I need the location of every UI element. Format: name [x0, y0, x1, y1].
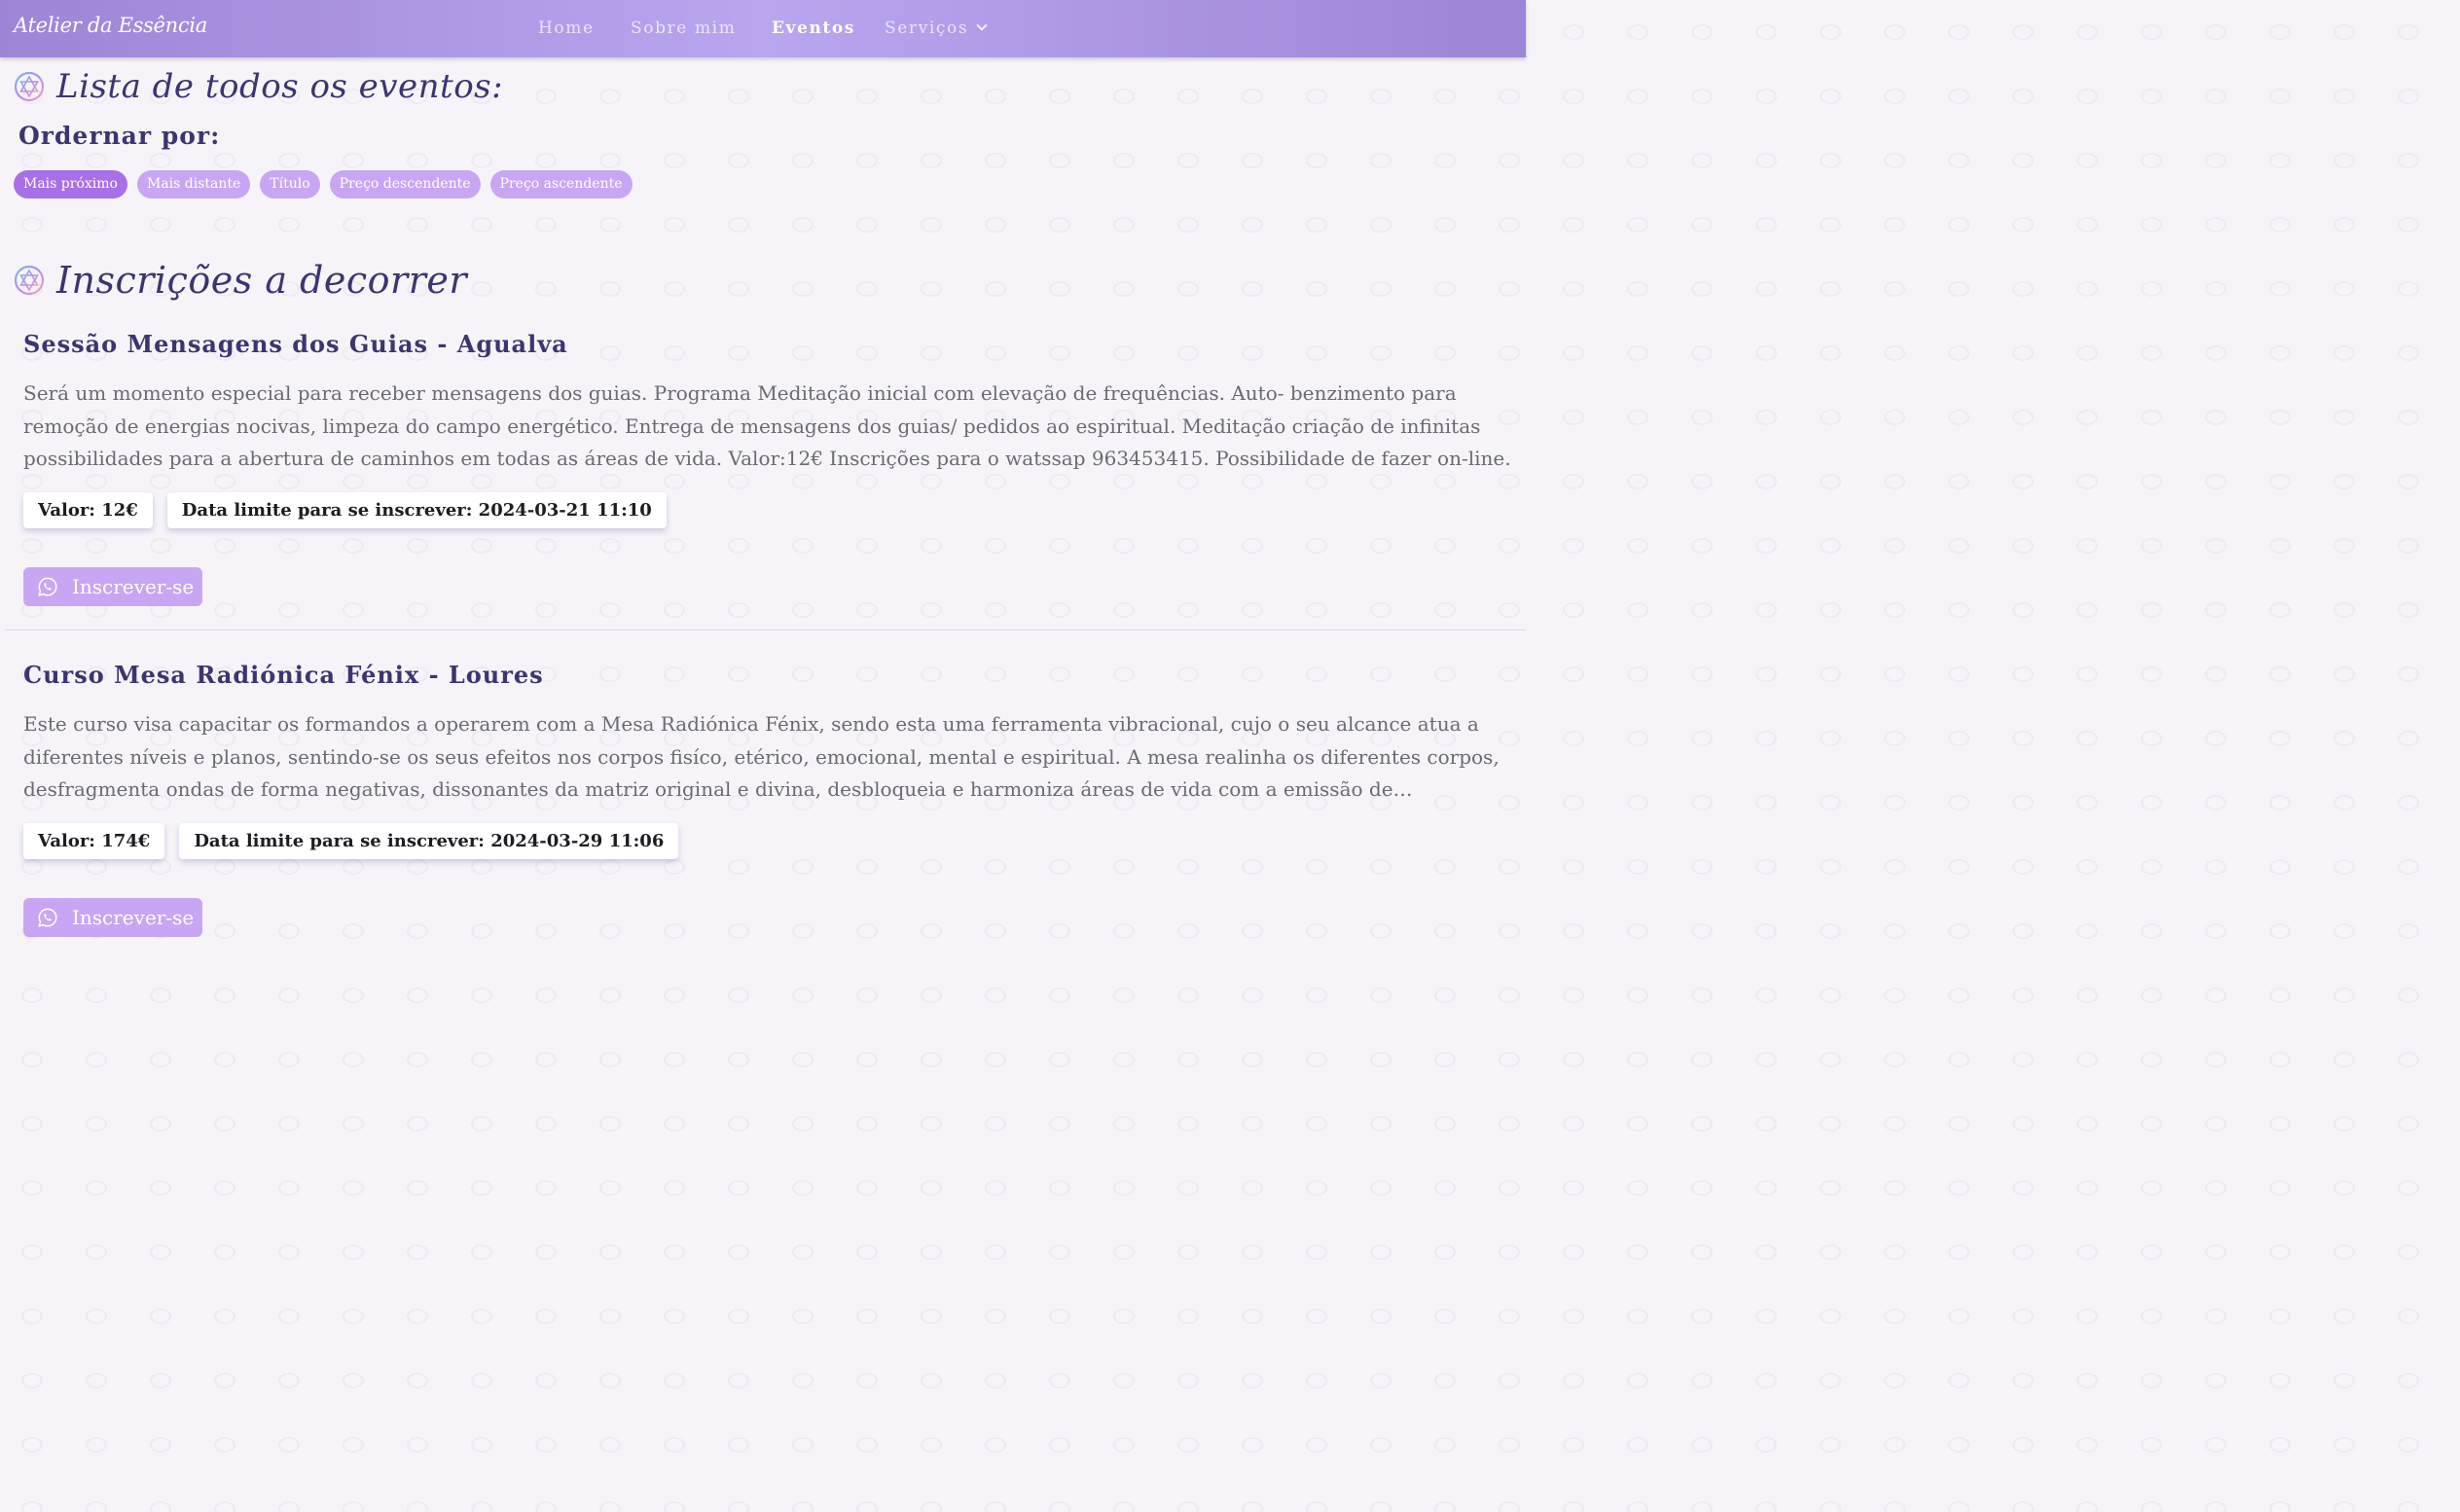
- event-tags: Valor: 12€ Data limite para se inscrever…: [23, 491, 1512, 528]
- event-card: Curso Mesa Radiónica Fénix - Loures Este…: [23, 661, 1512, 937]
- event-tags: Valor: 174€ Data limite para se inscreve…: [23, 822, 1512, 859]
- star-of-david-icon: [14, 71, 45, 102]
- sort-price-desc-button[interactable]: Preço descendente: [329, 170, 481, 198]
- event-title[interactable]: Sessão Mensagens dos Guias - Agualva: [23, 330, 1512, 358]
- event-description: Será um momento especial para receber me…: [23, 381, 1511, 470]
- page-title: Lista de todos os eventos:: [56, 67, 504, 106]
- nav-home[interactable]: Home: [538, 18, 595, 38]
- subscribe-button[interactable]: Inscrever-se: [23, 566, 202, 606]
- all-events-heading: Lista de todos os eventos:: [14, 67, 503, 106]
- event-card: Sessão Mensagens dos Guias - Agualva Ser…: [23, 330, 1512, 606]
- section-title: Inscrições a decorrer: [56, 259, 468, 302]
- nav-events[interactable]: Eventos: [772, 18, 855, 38]
- nav-services-label: Serviços: [885, 18, 969, 38]
- sort-title-button[interactable]: Título: [260, 170, 320, 198]
- nav-services[interactable]: Serviços: [885, 18, 988, 38]
- order-label: Ordernar por:: [18, 122, 221, 150]
- subscribe-label: Inscrever-se: [72, 574, 195, 598]
- sort-nearest-button[interactable]: Mais próximo: [14, 170, 127, 198]
- subscribe-label: Inscrever-se: [72, 905, 195, 929]
- navbar: Atelier da Essência Home Sobre mim Event…: [0, 0, 1526, 57]
- event-title[interactable]: Curso Mesa Radiónica Fénix - Loures: [23, 661, 1512, 689]
- ongoing-heading: Inscrições a decorrer: [14, 259, 467, 302]
- star-of-david-icon: [14, 265, 45, 296]
- event-description: Este curso visa capacitar os formandos a…: [23, 712, 1500, 801]
- subscribe-button[interactable]: Inscrever-se: [23, 897, 202, 937]
- price-tag: Valor: 12€: [23, 491, 153, 528]
- deadline-tag: Data limite para se inscrever: 2024-03-2…: [179, 822, 679, 859]
- brand-logo[interactable]: Atelier da Essência: [14, 14, 207, 37]
- chevron-down-icon: [976, 19, 988, 31]
- price-tag: Valor: 174€: [23, 822, 165, 859]
- whatsapp-icon: [38, 908, 57, 927]
- whatsapp-icon: [38, 577, 57, 596]
- sort-price-asc-button[interactable]: Preço ascendente: [489, 170, 633, 198]
- deadline-tag: Data limite para se inscrever: 2024-03-2…: [166, 491, 667, 528]
- nav-about[interactable]: Sobre mim: [631, 18, 736, 38]
- sort-bar: Mais próximo Mais distante Título Preço …: [14, 170, 633, 198]
- sort-farthest-button[interactable]: Mais distante: [136, 170, 251, 198]
